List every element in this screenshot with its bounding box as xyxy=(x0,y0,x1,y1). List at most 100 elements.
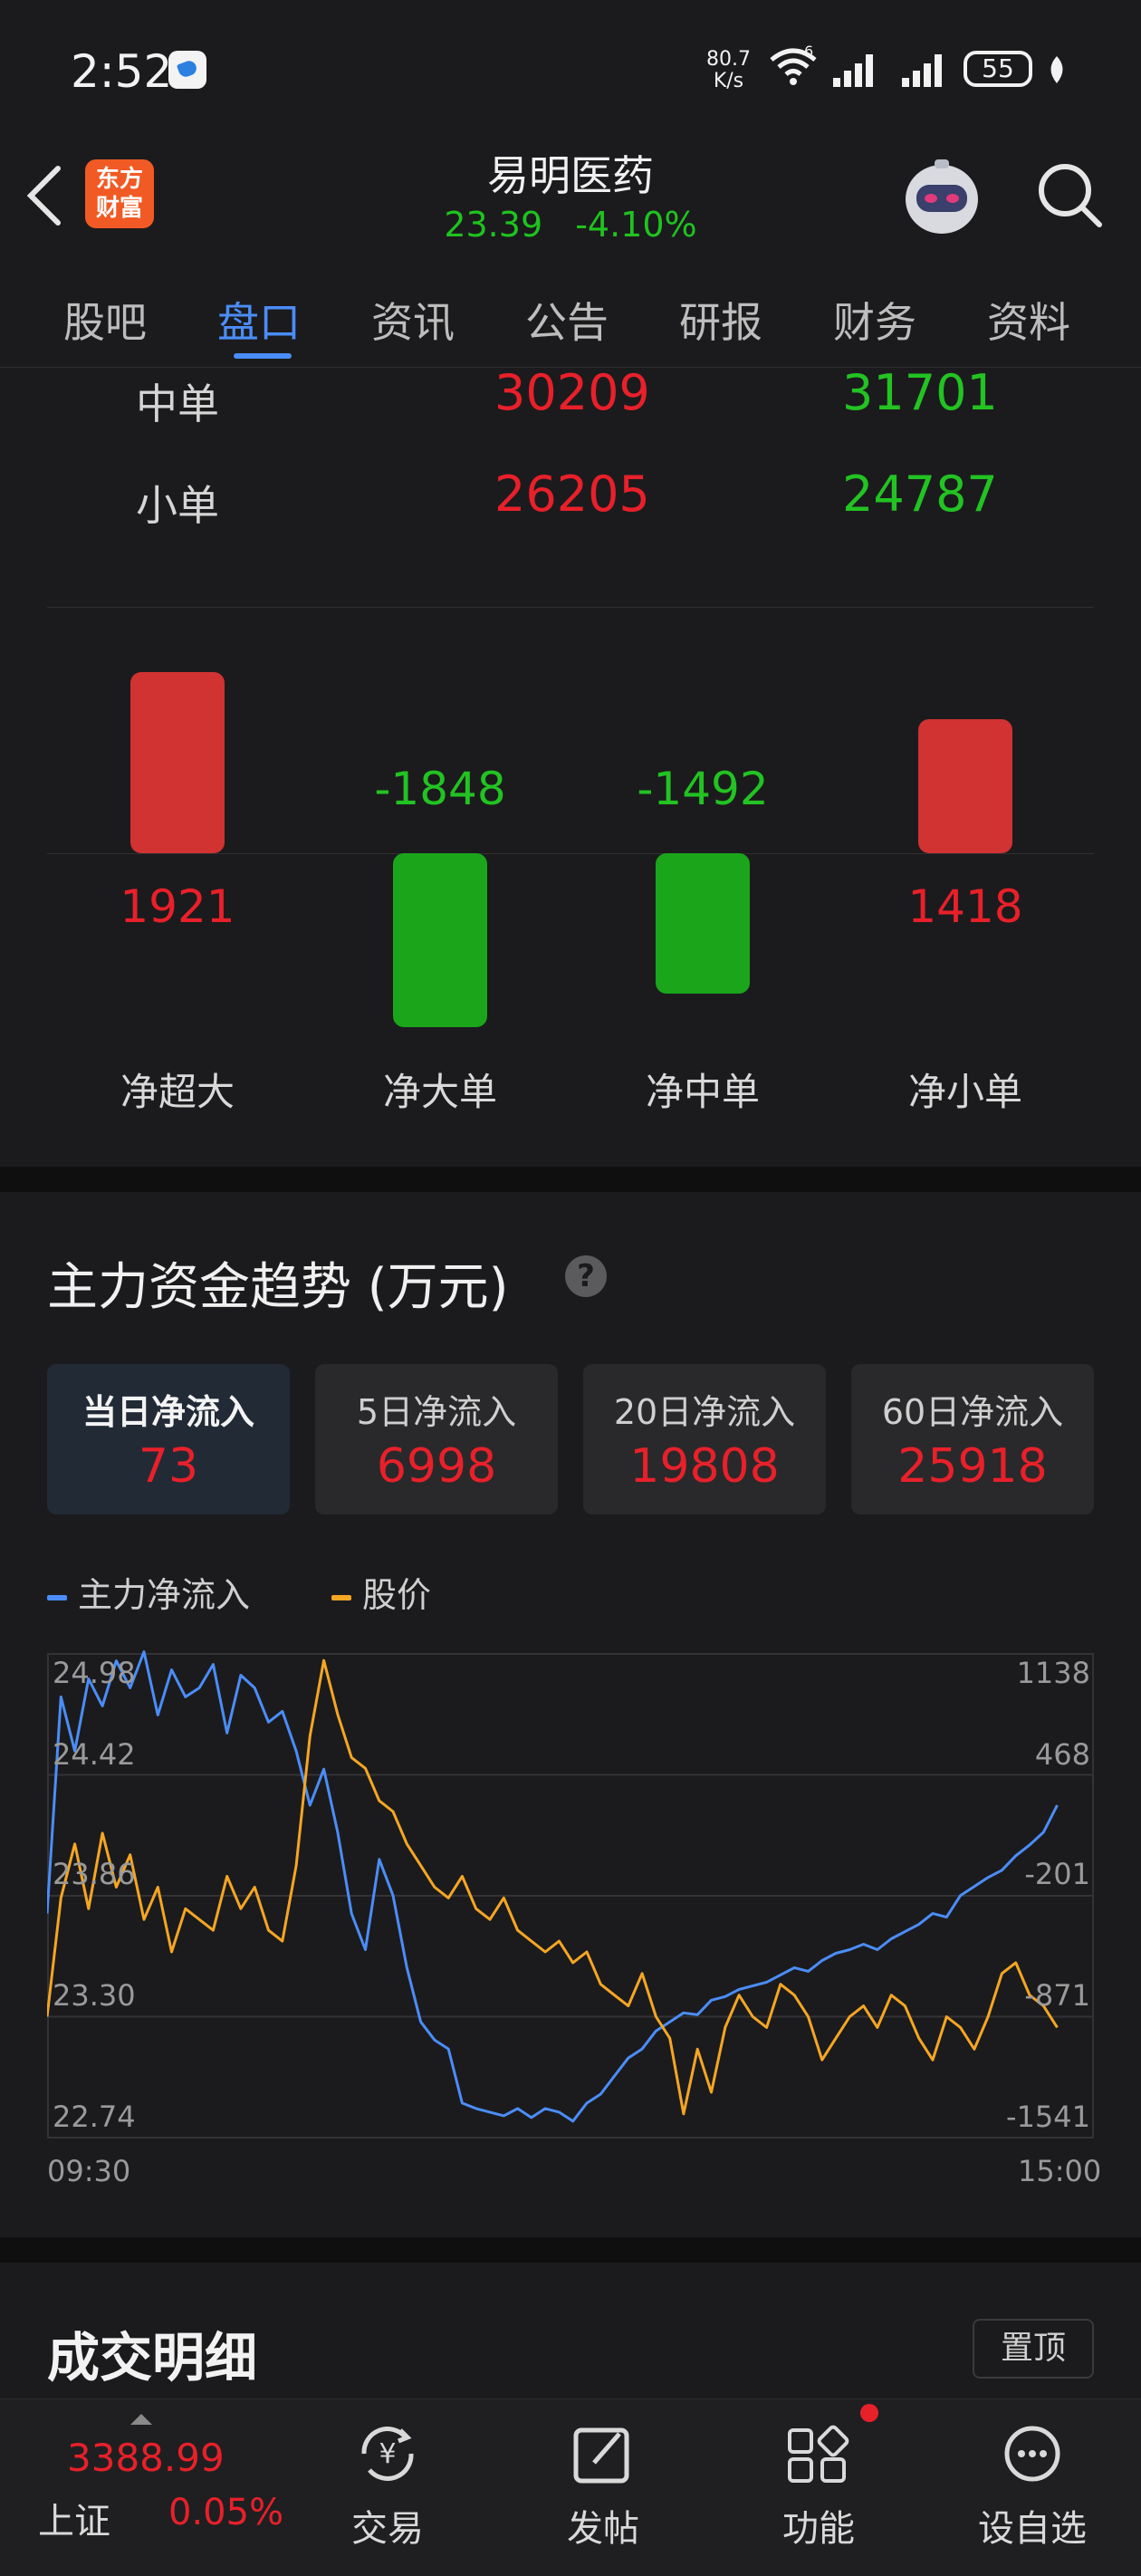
clock: 2:52 xyxy=(71,45,173,98)
svg-text:¥: ¥ xyxy=(379,2438,396,2470)
net-bar xyxy=(130,672,225,853)
net-bar-label: 净大单 xyxy=(382,1070,497,1114)
edit-icon xyxy=(573,2427,629,2484)
flow-card-value: 73 xyxy=(138,1439,199,1494)
net-bar-value: 1921 xyxy=(120,880,235,933)
section-separator xyxy=(0,1167,1141,1192)
trend-chart-svg xyxy=(47,1650,1094,2139)
tab-profile[interactable]: 资料 xyxy=(987,290,1070,350)
flow-card-20d[interactable]: 20日净流入 19808 xyxy=(583,1364,826,1514)
legend-main-flow: 主力净流入 xyxy=(47,1567,250,1617)
order-label: 中单 xyxy=(136,380,219,428)
flow-card-today[interactable]: 当日净流入 73 xyxy=(47,1364,290,1514)
net-speed-value: 80.7 xyxy=(706,48,751,71)
search-icon[interactable] xyxy=(1032,158,1108,234)
signal-icon-2 xyxy=(902,54,942,87)
tab-news[interactable]: 资讯 xyxy=(371,290,455,350)
legend-swatch xyxy=(47,1594,67,1600)
right-tick: 1138 xyxy=(1016,1656,1090,1690)
tab-guba[interactable]: 股吧 xyxy=(63,290,147,350)
notification-dot xyxy=(860,2404,878,2422)
index-change-pct[interactable]: 0.05% xyxy=(168,2492,283,2533)
tab-pankou[interactable]: 盘口 xyxy=(217,290,301,350)
flow-card-label: 20日净流入 xyxy=(613,1392,796,1432)
apps-grid-icon xyxy=(788,2425,849,2483)
notification-app-icon xyxy=(168,51,206,89)
legend-swatch xyxy=(331,1594,351,1600)
nav-trade[interactable]: ¥ 交易 xyxy=(315,2421,460,2552)
net-speed: 80.7 K/s xyxy=(706,49,751,92)
tab-announcements[interactable]: 公告 xyxy=(525,290,609,350)
stock-price: 23.39 xyxy=(444,205,543,245)
left-tick: 24.98 xyxy=(53,1656,136,1690)
net-bar xyxy=(918,719,1012,853)
pin-top-button[interactable]: 置顶 xyxy=(973,2319,1094,2379)
nav-functions[interactable]: 功能 xyxy=(746,2421,891,2552)
stock-change-pct: -4.10% xyxy=(575,205,697,245)
more-icon xyxy=(1004,2426,1060,2482)
assistant-robot-icon[interactable] xyxy=(898,154,985,241)
x-axis-end: 15:00 xyxy=(1018,2154,1102,2188)
net-bar-label: 净中单 xyxy=(645,1070,760,1114)
signal-icon xyxy=(833,54,873,87)
yuan-exchange-icon: ¥ xyxy=(361,2427,414,2481)
main-flow-line xyxy=(47,1650,1059,2123)
index-name[interactable]: 上证 xyxy=(38,2492,110,2544)
bottom-nav: 3388.99 上证 0.05% ¥ 交易 发帖 功能 设自选 xyxy=(0,2398,1141,2576)
nav-post[interactable]: 发帖 xyxy=(531,2421,676,2552)
trend-title: 主力资金趋势 (万元) xyxy=(47,1258,509,1317)
order-buy-value: 26205 xyxy=(494,466,650,523)
nav-label: 发帖 xyxy=(567,2508,639,2550)
flow-card-5d[interactable]: 5日净流入 6998 xyxy=(315,1364,558,1514)
trade-detail-title: 成交明细 xyxy=(47,2327,258,2389)
nav-label: 功能 xyxy=(782,2508,855,2550)
tab-finance[interactable]: 财务 xyxy=(833,290,916,350)
flow-card-label: 5日净流入 xyxy=(356,1392,517,1432)
nav-label: 设自选 xyxy=(978,2508,1087,2550)
wifi-icon: 6 xyxy=(770,45,817,85)
battery-indicator: 55 xyxy=(964,51,1032,87)
right-tick: -201 xyxy=(1024,1857,1090,1891)
right-tick: 468 xyxy=(1034,1737,1090,1772)
left-tick: 23.86 xyxy=(53,1857,136,1891)
left-tick: 22.74 xyxy=(53,2100,136,2134)
right-tick: -871 xyxy=(1024,1978,1090,2013)
flow-card-value: 19808 xyxy=(629,1439,780,1494)
tab-bar: 股吧 盘口 资讯 公告 研报 财务 资料 xyxy=(0,270,1141,368)
tab-research[interactable]: 研报 xyxy=(679,290,762,350)
status-bar: 2:52 80.7 K/s 6 55 xyxy=(0,0,1141,136)
trend-chart[interactable]: 24.98 24.42 23.86 23.30 22.74 1138 468 -… xyxy=(47,1650,1094,2139)
help-icon[interactable]: ? xyxy=(565,1255,607,1297)
nav-label: 交易 xyxy=(351,2508,424,2550)
legend-label: 主力净流入 xyxy=(78,1575,251,1615)
section-separator xyxy=(0,2237,1141,2263)
divider xyxy=(47,607,1094,608)
order-sell-value: 24787 xyxy=(842,466,998,523)
nav-watchlist-settings[interactable]: 设自选 xyxy=(960,2421,1105,2552)
net-bar xyxy=(393,853,487,1028)
net-speed-unit: K/s xyxy=(713,70,744,92)
flow-card-label: 60日净流入 xyxy=(881,1392,1064,1432)
net-bar-value: -1848 xyxy=(374,763,506,815)
price-line xyxy=(47,1658,1059,2116)
net-bar xyxy=(656,853,750,995)
flow-card-label: 当日净流入 xyxy=(82,1392,254,1432)
order-row-medium: 中单 30209 31701 xyxy=(0,364,1141,437)
net-bar-value: -1492 xyxy=(637,763,769,815)
net-bar-label: 净小单 xyxy=(907,1070,1022,1114)
legend-label: 股价 xyxy=(362,1575,432,1615)
legend-price: 股价 xyxy=(331,1567,431,1617)
left-tick: 23.30 xyxy=(53,1978,136,2013)
right-tick: -1541 xyxy=(1006,2100,1090,2134)
active-tab-indicator xyxy=(234,353,292,359)
power-save-leaf-icon xyxy=(1050,56,1063,83)
x-axis-start: 09:30 xyxy=(47,2154,131,2188)
network-type-label: 6 xyxy=(804,45,813,60)
caret-up-icon xyxy=(130,2414,152,2425)
bar-chart-baseline xyxy=(47,853,1094,854)
net-bar-value: 1418 xyxy=(907,880,1023,933)
stock-header: 东方 财富 易明医药 23.39 -4.10% xyxy=(0,136,1141,261)
index-value[interactable]: 3388.99 xyxy=(67,2436,225,2480)
flow-card-60d[interactable]: 60日净流入 25918 xyxy=(851,1364,1094,1514)
order-buy-value: 30209 xyxy=(494,364,650,421)
